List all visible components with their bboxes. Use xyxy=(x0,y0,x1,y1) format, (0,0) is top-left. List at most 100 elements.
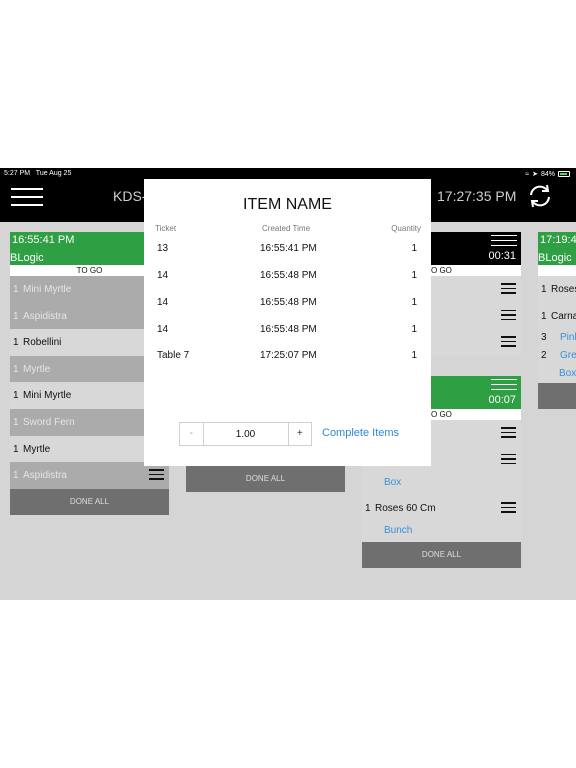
ticket-item[interactable]: 1 Aspidistra xyxy=(10,462,169,489)
row-time: 16:55:48 PM xyxy=(260,270,317,281)
order-type: O GO xyxy=(431,409,521,420)
refresh-icon[interactable] xyxy=(527,183,553,209)
row-ticket: 14 xyxy=(157,324,169,335)
modifier-qty: 2 xyxy=(541,350,547,362)
item-menu-icon[interactable] xyxy=(501,502,516,513)
ticket-item[interactable]: 1 Carna xyxy=(538,302,576,330)
ticket-source: BLogic xyxy=(10,252,44,264)
battery-percent: 84% xyxy=(540,170,555,178)
row-qty: 1 xyxy=(411,350,417,361)
wifi-icon: ≈ xyxy=(525,170,530,178)
decrement-button[interactable]: - xyxy=(180,423,204,445)
header-menu-icon[interactable] xyxy=(491,379,517,391)
item-qty: 1 xyxy=(13,363,19,375)
done-all-button[interactable]: DONE ALL xyxy=(186,466,345,492)
item-qty: 1 xyxy=(13,470,19,482)
popup-row[interactable]: Table 7 17:25:07 PM 1 xyxy=(144,342,431,368)
row-time: 16:55:48 PM xyxy=(260,324,317,335)
item-menu-icon[interactable] xyxy=(149,469,164,480)
ticket-header[interactable]: 17:19:4 BLogic xyxy=(538,232,576,265)
item-menu-icon[interactable] xyxy=(501,427,516,438)
modifier-row: Bunch xyxy=(362,521,521,542)
ipad-screen: 5:27 PM Tue Aug 25 ≈ ➤ 84% KDS- 17:27:35… xyxy=(0,168,576,600)
item-name: Roses 60 Cm xyxy=(375,503,436,515)
row-time: 17:25:07 PM xyxy=(260,350,317,361)
modifier-qty: 3 xyxy=(541,332,547,344)
ticket-time: 17:19:4 xyxy=(540,234,576,246)
item-name: Sword Fern xyxy=(23,416,75,428)
ticket-timer: 00:31 xyxy=(488,250,516,262)
done-all-button[interactable]: DONE ALL xyxy=(10,488,169,515)
ticket-card: DONE ALL xyxy=(186,466,345,492)
ticket-item[interactable]: 1 Roses xyxy=(538,276,576,303)
item-menu-icon[interactable] xyxy=(501,309,516,321)
complete-items-button[interactable]: Complete Items xyxy=(322,427,399,439)
popup-row[interactable]: 14 16:55:48 PM 1 xyxy=(144,289,431,315)
item-menu-icon[interactable] xyxy=(501,336,516,347)
ticket-item[interactable] xyxy=(431,302,521,330)
row-ticket: 14 xyxy=(157,297,169,308)
quantity-stepper: - + xyxy=(179,422,312,446)
row-ticket: 14 xyxy=(157,270,169,281)
ticket-item[interactable] xyxy=(431,329,521,356)
row-ticket: 13 xyxy=(157,243,169,254)
item-name: Carna xyxy=(551,310,576,322)
status-time: 5:27 PM xyxy=(4,170,31,177)
item-menu-icon[interactable] xyxy=(501,453,516,465)
item-qty: 1 xyxy=(541,284,547,295)
item-name: Aspidistra xyxy=(23,310,67,322)
item-menu-icon[interactable] xyxy=(501,283,516,294)
ticket-item[interactable] xyxy=(431,276,521,303)
modifier-text: Pink xyxy=(560,332,576,344)
popup-row[interactable]: 13 16:55:41 PM 1 xyxy=(144,235,431,261)
col-header-created: Created Time xyxy=(262,224,311,233)
modifier-row: 2 Gre xyxy=(538,347,576,366)
popup-title: ITEM NAME xyxy=(243,196,332,213)
ticket-header[interactable]: 00:31 xyxy=(431,232,521,265)
col-header-quantity: Quantity xyxy=(391,224,421,233)
order-type xyxy=(538,265,576,276)
row-qty: 1 xyxy=(411,297,417,308)
item-name: Myrtle xyxy=(23,363,51,375)
item-qty: 1 xyxy=(13,390,19,402)
row-time: 16:55:41 PM xyxy=(260,243,317,254)
quantity-input[interactable] xyxy=(203,423,288,445)
row-time: 16:55:48 PM xyxy=(260,297,317,308)
item-qty: 1 xyxy=(541,310,547,322)
modifier-row: Box xyxy=(538,365,576,384)
ticket-item[interactable]: 1 Roses 60 Cm xyxy=(362,495,521,522)
ticket-header[interactable]: 00:07 xyxy=(431,376,521,409)
modifier-row: Box xyxy=(362,473,521,496)
done-all-button[interactable] xyxy=(538,383,576,410)
ticket-card: 00:31 O GO xyxy=(431,232,521,356)
header-menu-icon[interactable] xyxy=(491,235,517,247)
row-qty: 1 xyxy=(411,270,417,281)
battery-icon xyxy=(558,171,570,177)
item-name: Aspidistra xyxy=(23,470,67,482)
increment-button[interactable]: + xyxy=(287,423,312,445)
ticket-card: 17:19:4 BLogic 1Roses 1Carna 3Pink 2Gre … xyxy=(538,232,576,410)
ticket-time: 16:55:41 PM xyxy=(12,234,75,246)
ticket-source: BLogic xyxy=(538,252,572,264)
app-title: KDS- xyxy=(113,188,147,204)
item-qty: 1 xyxy=(13,310,19,322)
header-clock: 17:27:35 PM xyxy=(437,188,517,204)
item-qty: 1 xyxy=(365,503,371,515)
item-name: Robellini xyxy=(23,337,62,349)
item-name: Myrtle xyxy=(23,443,51,455)
done-all-button[interactable]: DONE ALL xyxy=(362,541,521,568)
popup-row[interactable]: 14 16:55:48 PM 1 xyxy=(144,316,431,342)
item-qty: 1 xyxy=(13,416,19,428)
modifier-text: Box xyxy=(384,477,402,489)
modifier-row: 3 Pink xyxy=(538,329,576,348)
item-qty: 1 xyxy=(13,284,19,295)
popup-row[interactable]: 14 16:55:48 PM 1 xyxy=(144,262,431,288)
menu-icon[interactable] xyxy=(11,185,43,207)
item-qty: 1 xyxy=(13,337,19,349)
row-ticket: Table 7 xyxy=(157,350,190,361)
ticket-timer: 00:07 xyxy=(488,394,516,406)
modifier-text: Box xyxy=(559,368,576,380)
order-type: O GO xyxy=(431,265,521,276)
item-name: Mini Myrtle xyxy=(23,390,72,402)
row-qty: 1 xyxy=(411,324,417,335)
